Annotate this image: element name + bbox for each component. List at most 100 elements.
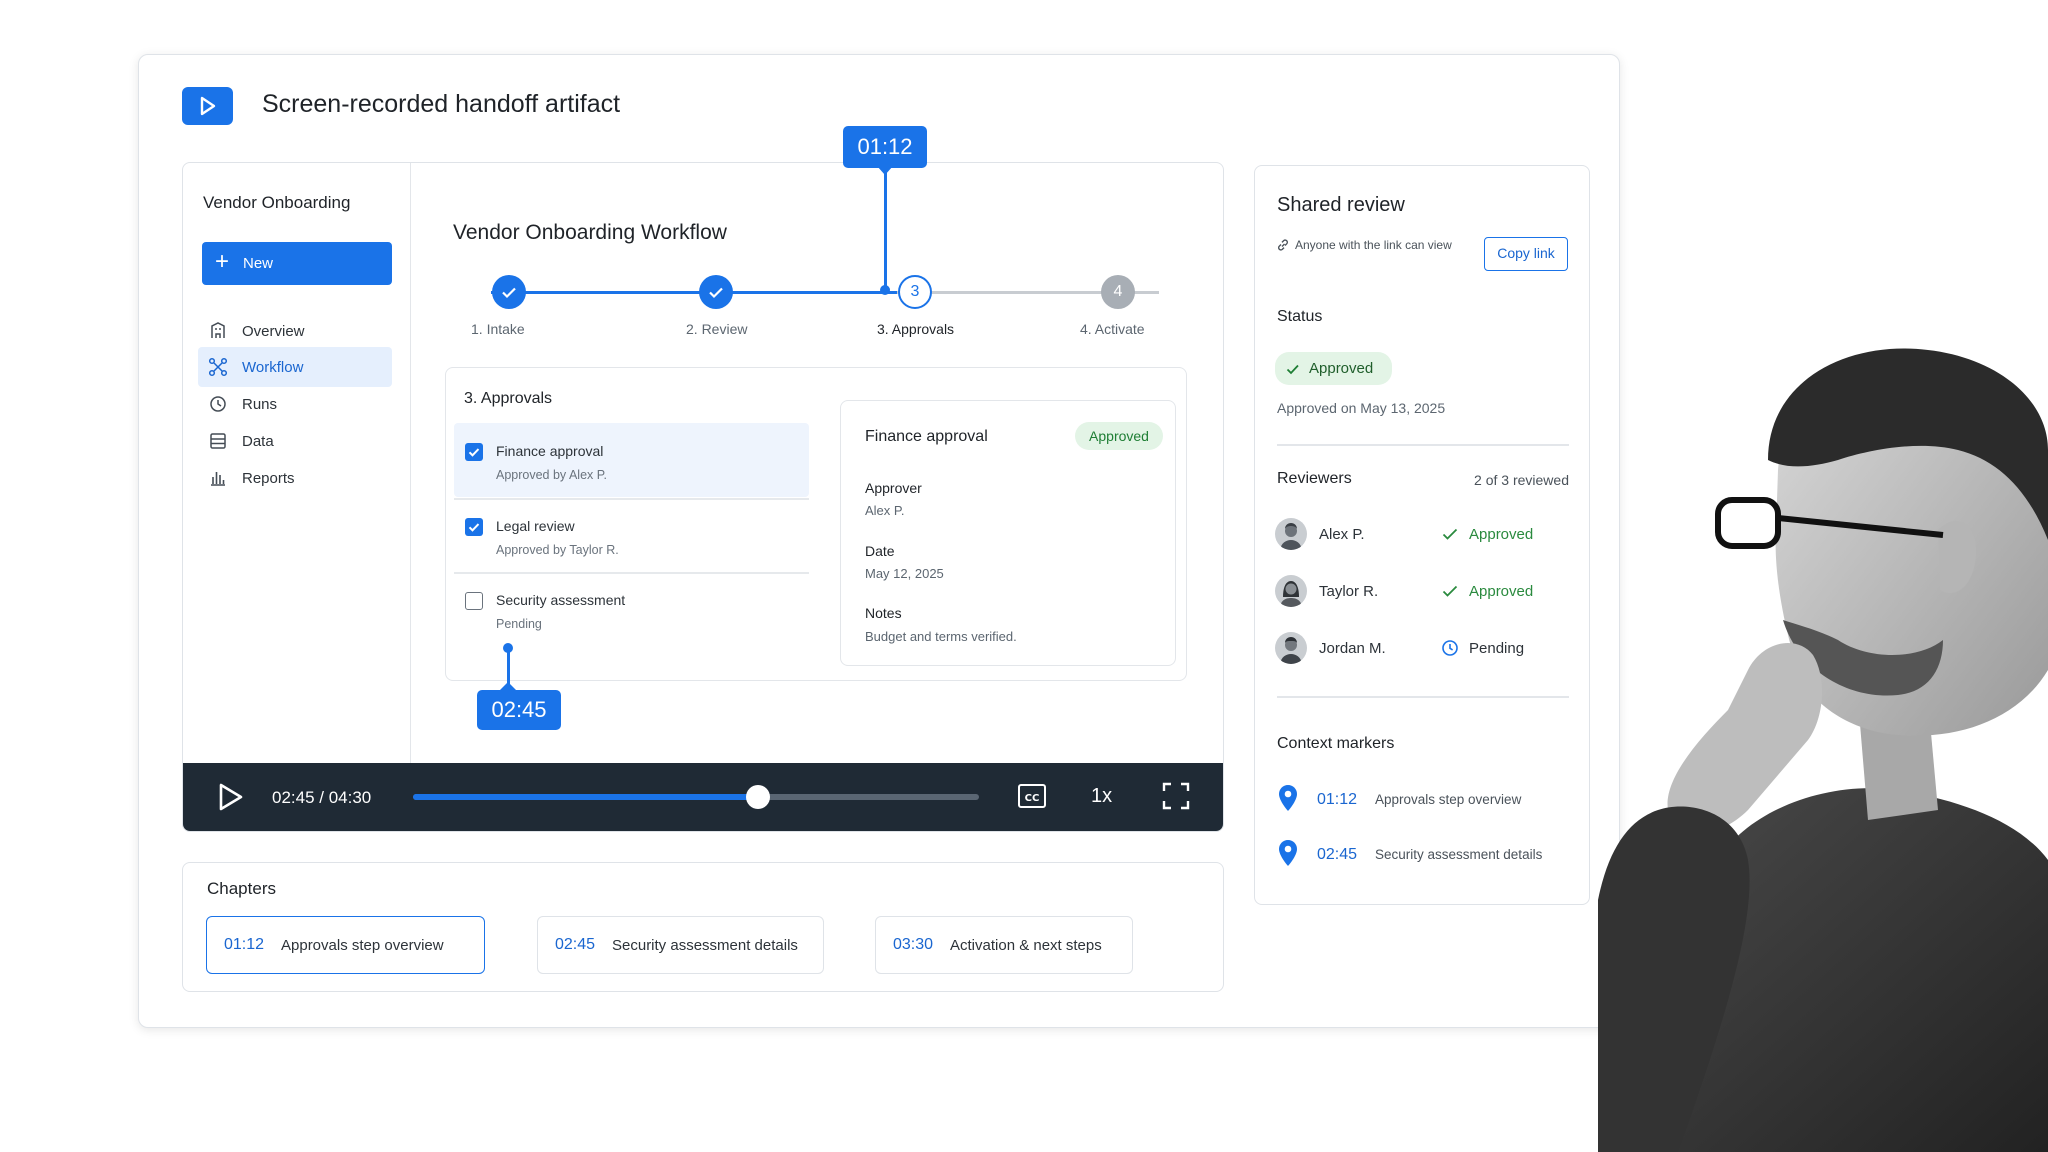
bar-chart-icon bbox=[211, 472, 225, 486]
finance-approval-detail: Finance approval Approved Approver Alex … bbox=[840, 400, 1176, 666]
context-marker-label: Security assessment details bbox=[1375, 847, 1543, 862]
chapter-label: Security assessment details bbox=[612, 937, 798, 954]
context-marker-label: Approvals step overview bbox=[1375, 792, 1522, 807]
checklist-title: Finance approval bbox=[496, 443, 604, 459]
approved-on-text: Approved on May 13, 2025 bbox=[1277, 400, 1446, 416]
app-sidebar: Vendor Onboarding + New Overview Workflo… bbox=[183, 163, 411, 763]
sidebar-title: Vendor Onboarding bbox=[203, 193, 351, 212]
new-button-label: New bbox=[243, 255, 274, 272]
checkbox-checked-icon[interactable] bbox=[465, 518, 483, 536]
building-icon bbox=[211, 322, 225, 338]
progress-bar[interactable] bbox=[413, 794, 979, 800]
context-marker[interactable]: 02:45 Security assessment details bbox=[1275, 838, 1585, 870]
context-marker-time: 02:45 bbox=[1317, 846, 1358, 863]
checklist-item-legal[interactable]: Legal review Approved by Taylor R. bbox=[454, 498, 809, 572]
step-intake[interactable] bbox=[492, 275, 526, 309]
step-label: 3. Approvals bbox=[877, 321, 955, 337]
reviewer-row: Alex P. Approved bbox=[1275, 516, 1575, 552]
status-badge: Approved bbox=[1075, 422, 1163, 450]
reviewers-label: Reviewers bbox=[1277, 470, 1352, 487]
step-label: 2. Review bbox=[686, 321, 748, 337]
timestamp-marker-top[interactable]: 01:12 bbox=[843, 126, 927, 168]
chapter-time: 02:45 bbox=[555, 936, 596, 953]
checklist-title: Security assessment bbox=[496, 592, 626, 608]
checkbox-checked-icon[interactable] bbox=[465, 443, 483, 461]
reviewer-status: Approved bbox=[1469, 583, 1534, 600]
page-title: Screen-recorded handoff artifact bbox=[262, 90, 621, 118]
share-note: Anyone with the link can view bbox=[1295, 238, 1452, 252]
reviewer-status: Approved bbox=[1469, 526, 1534, 543]
video-frame[interactable]: Vendor Onboarding + New Overview Workflo… bbox=[182, 162, 1224, 832]
step-activate[interactable]: 4 bbox=[1101, 275, 1135, 309]
play-icon bbox=[182, 87, 233, 125]
chapter-time: 01:12 bbox=[224, 936, 265, 953]
reviewer-name: Alex P. bbox=[1319, 526, 1365, 543]
status-label: Status bbox=[1277, 308, 1323, 325]
avatar bbox=[1275, 518, 1307, 550]
sidebar-item-label: Overview bbox=[242, 323, 305, 340]
context-markers-label: Context markers bbox=[1277, 735, 1395, 752]
reviewer-status: Pending bbox=[1469, 640, 1525, 657]
shared-review-panel: Shared review Anyone with the link can v… bbox=[1254, 165, 1590, 905]
check-icon bbox=[1442, 585, 1458, 597]
reviewed-count: 2 of 3 reviewed bbox=[1474, 472, 1569, 488]
step-label: 4. Activate bbox=[1080, 321, 1145, 337]
chapter-label: Activation & next steps bbox=[950, 937, 1102, 954]
new-button[interactable]: + New bbox=[202, 242, 392, 285]
sidebar-item-label: Workflow bbox=[242, 359, 304, 376]
sidebar-item-label: Data bbox=[242, 433, 274, 450]
review-title: Shared review bbox=[1277, 194, 1405, 216]
video-controls: 02:45 / 04:30 CC 1x bbox=[183, 763, 1223, 831]
location-pin-icon bbox=[1279, 840, 1297, 866]
reviewer-row: Taylor R. Approved bbox=[1275, 573, 1575, 609]
reviewer-name: Jordan M. bbox=[1319, 640, 1386, 657]
chapter-label: Approvals step overview bbox=[281, 937, 444, 954]
play-icon[interactable] bbox=[215, 781, 245, 813]
table-icon bbox=[210, 433, 226, 449]
chapter-time: 03:30 bbox=[893, 936, 934, 953]
status-badge: Approved bbox=[1275, 352, 1392, 385]
check-icon bbox=[1442, 528, 1458, 540]
chapters-panel: Chapters 01:12 Approvals step overview 0… bbox=[182, 862, 1224, 992]
sidebar-item-data[interactable]: Data bbox=[198, 421, 392, 461]
avatar bbox=[1275, 575, 1307, 607]
progress-knob[interactable] bbox=[746, 785, 771, 809]
sidebar-item-workflow[interactable]: Workflow bbox=[198, 347, 392, 387]
closed-captions-icon[interactable]: CC bbox=[1017, 783, 1047, 809]
chapter-item[interactable]: 03:30 Activation & next steps bbox=[875, 916, 1133, 974]
marker-stem bbox=[884, 172, 887, 288]
date-label: Date bbox=[865, 543, 895, 559]
progress-fill bbox=[413, 794, 759, 800]
context-marker-time: 01:12 bbox=[1317, 791, 1358, 808]
step-approvals[interactable]: 3 bbox=[898, 275, 932, 309]
divider bbox=[1277, 444, 1569, 446]
checklist-subtitle: Pending bbox=[496, 617, 542, 631]
fullscreen-icon[interactable] bbox=[1161, 781, 1191, 811]
step-label: 1. Intake bbox=[471, 321, 525, 337]
sidebar-item-reports[interactable]: Reports bbox=[198, 458, 392, 498]
checklist-subtitle: Approved by Taylor R. bbox=[496, 543, 619, 557]
chapter-item[interactable]: 02:45 Security assessment details bbox=[537, 916, 824, 974]
check-icon bbox=[1286, 364, 1299, 375]
date-value: May 12, 2025 bbox=[865, 566, 944, 581]
timestamp-marker-bottom[interactable]: 02:45 bbox=[477, 690, 561, 730]
sidebar-item-runs[interactable]: Runs bbox=[198, 384, 392, 424]
checkbox-unchecked-icon[interactable] bbox=[465, 592, 483, 610]
checklist-subtitle: Approved by Alex P. bbox=[496, 468, 607, 482]
approver-label: Approver bbox=[865, 480, 922, 496]
clock-icon bbox=[1442, 640, 1458, 656]
thinking-person-photo bbox=[1598, 348, 2048, 1152]
approvals-panel: 3. Approvals Finance approval Approved b… bbox=[445, 367, 1187, 681]
playback-speed[interactable]: 1x bbox=[1091, 785, 1112, 808]
copy-link-button[interactable]: Copy link bbox=[1484, 237, 1568, 271]
step-review[interactable] bbox=[699, 275, 733, 309]
checklist-item-finance[interactable]: Finance approval Approved by Alex P. bbox=[454, 423, 809, 497]
reviewer-row: Jordan M. Pending bbox=[1275, 630, 1575, 666]
chapter-item[interactable]: 01:12 Approvals step overview bbox=[206, 916, 485, 974]
sidebar-item-overview[interactable]: Overview bbox=[198, 311, 392, 351]
history-icon bbox=[210, 396, 226, 412]
checklist-item-security[interactable]: Security assessment Pending bbox=[454, 572, 809, 646]
location-pin-icon bbox=[1279, 785, 1297, 811]
context-marker[interactable]: 01:12 Approvals step overview bbox=[1275, 783, 1585, 815]
svg-text:CC: CC bbox=[1025, 793, 1040, 804]
